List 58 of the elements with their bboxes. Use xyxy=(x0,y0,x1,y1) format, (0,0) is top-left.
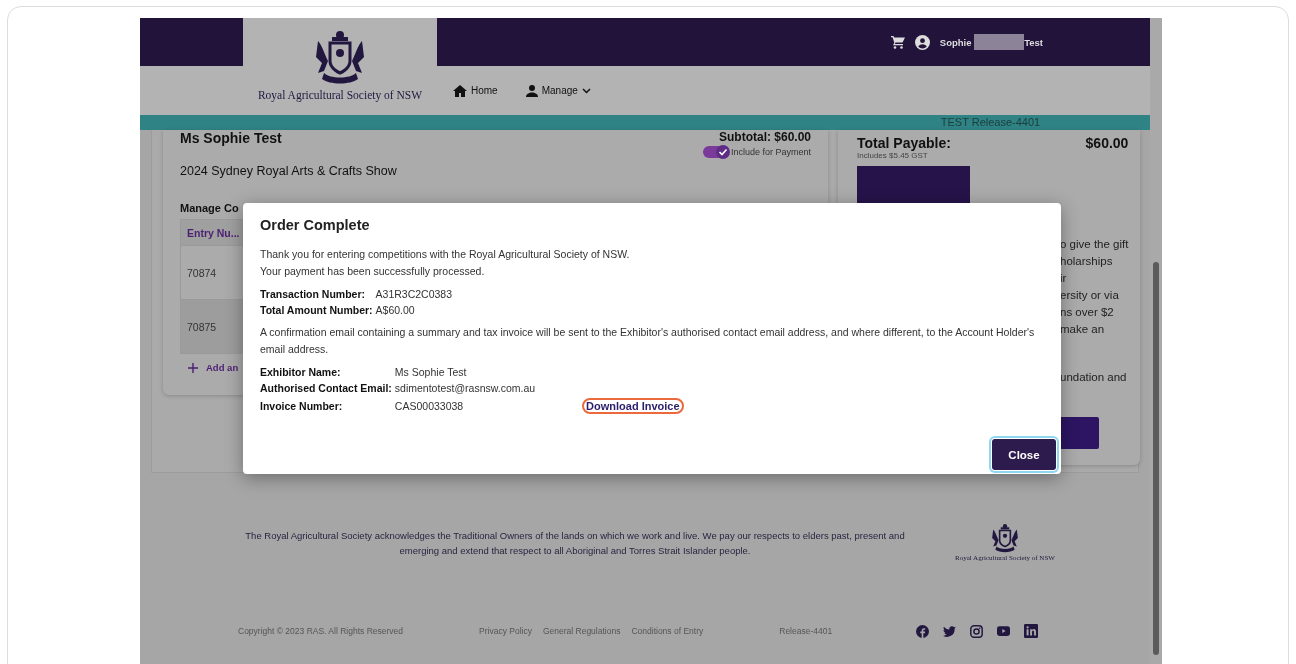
info-text: undation and xyxy=(1060,370,1128,385)
field-value: A31R3C2C0383 xyxy=(375,288,453,300)
info-text: o give the gift xyxy=(1060,237,1129,252)
table-cell: 70874 xyxy=(187,266,217,279)
dialog-text: A confirmation email containing a summary and tax invoice will be sent to the Exhibitor's authorised contact email address, and where different, to the Account Holder's email address. xyxy=(260,325,1036,357)
field-label: Transaction Number: xyxy=(260,288,367,300)
info-text: holarships xyxy=(1060,254,1114,269)
dialog-text: Thank you for entering competitions with the Royal Agricultural Society of NSW. xyxy=(260,247,631,262)
download-invoice-link[interactable]: Download Invoice xyxy=(582,398,684,414)
user-name[interactable]: Sophie xyxy=(939,36,972,48)
person-icon xyxy=(525,84,538,97)
dialog-title: Order Complete xyxy=(260,217,371,233)
nav-link[interactable]: Manage xyxy=(525,84,591,97)
exhibitor-name: Ms Sophie Test xyxy=(180,130,282,146)
add-link[interactable]: Add an xyxy=(206,362,239,373)
info-text: ir xyxy=(1060,271,1068,286)
field-label: Invoice Number: xyxy=(260,400,344,412)
redaction-block xyxy=(974,34,1025,50)
banner-text: TEST Release-4401 xyxy=(939,115,1042,130)
field-value: sdimentotest@rasnsw.com.au xyxy=(394,382,536,394)
field-label: Exhibitor Name: xyxy=(260,366,342,378)
plus-icon xyxy=(188,362,198,373)
total-amount: $60.00 xyxy=(1085,135,1129,151)
home-icon xyxy=(453,84,467,97)
facebook-icon[interactable] xyxy=(916,624,930,638)
include-toggle[interactable] xyxy=(702,146,729,158)
chevron-icon xyxy=(581,87,591,94)
field-value: A$60.00 xyxy=(375,304,416,316)
account-icon[interactable] xyxy=(914,34,930,50)
gst-note: Includes $5.45 GST xyxy=(857,151,929,160)
bird-icon[interactable] xyxy=(943,625,957,637)
field-value: CAS00033038 xyxy=(394,400,465,412)
field-label: Total Amount Number: xyxy=(260,304,374,316)
total-label: Total Payable: xyxy=(857,135,951,151)
info-text: ersity or via xyxy=(1060,288,1120,303)
copyright-text: Copyright © 2023 RAS. All Rights Reserved xyxy=(238,626,403,636)
release-text: Release-4401 xyxy=(779,626,833,636)
logo-panel[interactable]: Royal Agricultural Society of NSW xyxy=(243,18,437,115)
acknowledgement-text: The Royal Agricultural Society acknowledges the Traditional Owners of the lands on which we work and live. We pay our respects to elders past, present and emerging and extend that respect to all Aboriginal and Torres Strait Islander people. xyxy=(244,528,906,558)
column-header[interactable]: Entry Nu... xyxy=(187,226,240,239)
play-icon[interactable] xyxy=(997,626,1011,636)
info-text: make an xyxy=(1060,322,1106,337)
close-button[interactable]: Close xyxy=(992,439,1056,470)
table-cell: 70875 xyxy=(187,320,217,333)
subtotal: Subtotal: $60.00 xyxy=(718,130,811,146)
field-value: Ms Sophie Test xyxy=(394,366,468,378)
section-title: Manage Co xyxy=(180,202,240,214)
nav-link[interactable]: Home xyxy=(453,84,498,97)
logo-text: Royal Agricultural Society of NSW xyxy=(257,89,423,101)
user-name[interactable]: Test xyxy=(1024,36,1043,48)
info-text: ns over $2 xyxy=(1060,305,1115,320)
dialog-text: Your payment has been successfully processed. xyxy=(260,264,486,279)
linkedin-icon[interactable] xyxy=(1024,624,1039,638)
camera-icon[interactable] xyxy=(970,624,984,638)
cart-icon[interactable] xyxy=(890,35,905,49)
field-label: Authorised Contact Email: xyxy=(260,382,393,394)
show-title: 2024 Sydney Royal Arts & Crafts Show xyxy=(180,164,398,178)
toggle-label: Include for Payment xyxy=(730,147,811,157)
